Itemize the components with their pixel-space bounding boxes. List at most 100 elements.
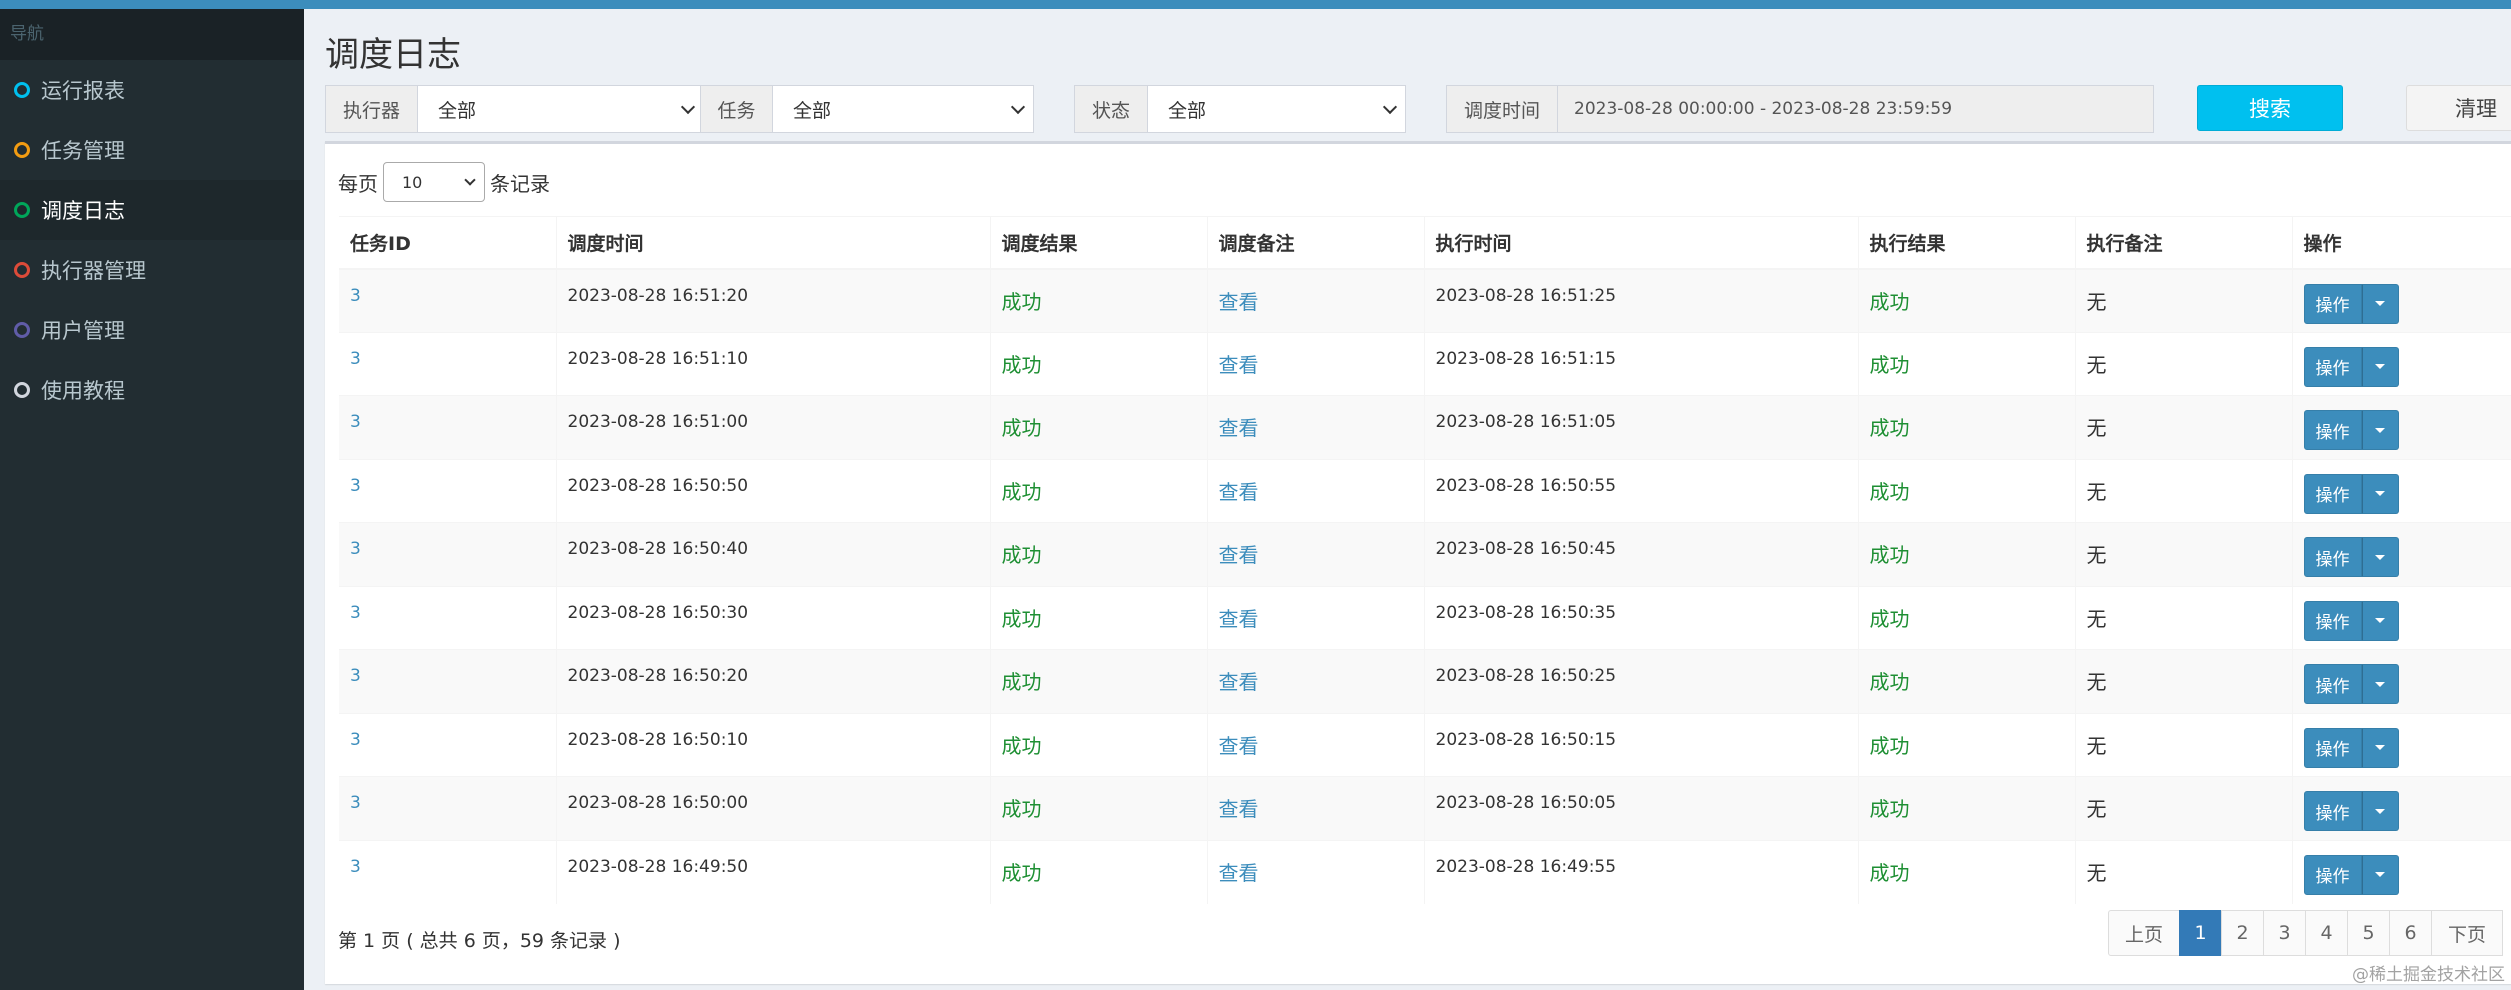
operation-dropdown-toggle[interactable] bbox=[2361, 473, 2399, 514]
operation-button[interactable]: 操作 bbox=[2303, 854, 2362, 895]
operation-button-group: 操作 bbox=[2303, 410, 2511, 450]
job-id-link[interactable]: 3 bbox=[350, 412, 361, 432]
handle-time-cell: 2023-08-28 16:49:55 bbox=[1423, 839, 1858, 904]
job-select[interactable]: 全部 bbox=[773, 86, 1033, 132]
operation-dropdown-toggle[interactable] bbox=[2361, 410, 2399, 450]
handle-result-text: 成功 bbox=[1869, 733, 1910, 758]
pagination-page[interactable]: 4 bbox=[2305, 910, 2348, 956]
sidebar-item[interactable]: 使用教程 bbox=[0, 360, 304, 420]
handle-msg-cell: 无 bbox=[2074, 712, 2292, 777]
operation-button-group: 操作 bbox=[2303, 727, 2511, 768]
search-button[interactable]: 搜索 bbox=[2197, 85, 2343, 131]
view-trigger-msg-link[interactable]: 查看 bbox=[1219, 861, 1259, 885]
operation-button[interactable]: 操作 bbox=[2303, 727, 2362, 768]
handle-result-text: 成功 bbox=[1869, 543, 1910, 567]
job-id-cell: 3 bbox=[339, 522, 556, 586]
view-trigger-msg-link[interactable]: 查看 bbox=[1219, 480, 1259, 504]
job-id-cell: 3 bbox=[339, 331, 556, 396]
handle-time-cell: 2023-08-28 16:51:05 bbox=[1423, 395, 1858, 459]
chevron-down-icon bbox=[464, 173, 476, 186]
circle-icon bbox=[14, 382, 30, 398]
pagination-next[interactable]: 下页 bbox=[2431, 910, 2503, 956]
operation-cell: 操作 bbox=[2291, 395, 2511, 459]
operation-dropdown-toggle[interactable] bbox=[2361, 664, 2399, 704]
trigger-result-text: 成功 bbox=[1001, 352, 1042, 377]
operation-dropdown-toggle[interactable] bbox=[2361, 791, 2399, 831]
operation-dropdown-toggle[interactable] bbox=[2361, 283, 2399, 324]
operation-cell: 操作 bbox=[2291, 585, 2511, 650]
handle-msg-text: 无 bbox=[2086, 543, 2107, 567]
trigger-result-cell: 成功 bbox=[989, 268, 1207, 332]
job-id-link[interactable]: 3 bbox=[350, 793, 361, 813]
operation-dropdown-toggle[interactable] bbox=[2361, 346, 2399, 387]
column-header: 操作 bbox=[2291, 216, 2511, 270]
pagination-page[interactable]: 6 bbox=[2389, 910, 2432, 956]
page-length-control: 每页 10 条记录 bbox=[338, 162, 550, 202]
operation-button[interactable]: 操作 bbox=[2303, 791, 2362, 831]
sidebar-item[interactable]: 执行器管理 bbox=[0, 240, 304, 300]
view-trigger-msg-link[interactable]: 查看 bbox=[1219, 734, 1259, 758]
caret-down-icon bbox=[2375, 364, 2385, 369]
view-trigger-msg-link[interactable]: 查看 bbox=[1219, 670, 1259, 694]
caret-down-icon bbox=[2375, 618, 2385, 623]
operation-button[interactable]: 操作 bbox=[2303, 664, 2362, 704]
trigger-msg-cell: 查看 bbox=[1206, 395, 1424, 459]
operation-dropdown-toggle[interactable] bbox=[2361, 600, 2399, 641]
clear-button[interactable]: 清理 bbox=[2406, 85, 2511, 131]
time-range-input[interactable]: 2023-08-28 00:00:00 - 2023-08-28 23:59:5… bbox=[1558, 86, 2153, 132]
operation-button[interactable]: 操作 bbox=[2303, 473, 2362, 514]
sidebar-item[interactable]: 任务管理 bbox=[0, 120, 304, 180]
view-trigger-msg-link[interactable]: 查看 bbox=[1219, 543, 1259, 567]
handle-time-cell: 2023-08-28 16:50:15 bbox=[1423, 712, 1858, 777]
handle-result-cell: 成功 bbox=[1857, 522, 2075, 586]
pagination-page[interactable]: 1 bbox=[2179, 910, 2222, 956]
table-row: 3 2023-08-28 16:50:30 成功 查看 2023-08-28 16:50… bbox=[339, 585, 2511, 650]
view-trigger-msg-link[interactable]: 查看 bbox=[1219, 353, 1259, 377]
pagination-page[interactable]: 5 bbox=[2347, 910, 2390, 956]
job-id-link[interactable]: 3 bbox=[350, 730, 361, 750]
sidebar-item[interactable]: 用户管理 bbox=[0, 300, 304, 360]
operation-button-group: 操作 bbox=[2303, 854, 2511, 895]
operation-button[interactable]: 操作 bbox=[2303, 537, 2362, 577]
pagination-prev[interactable]: 上页 bbox=[2108, 910, 2180, 956]
operation-dropdown-toggle[interactable] bbox=[2361, 537, 2399, 577]
view-trigger-msg-link[interactable]: 查看 bbox=[1219, 607, 1259, 631]
sidebar-item[interactable]: 调度日志 bbox=[0, 180, 304, 240]
circle-icon bbox=[14, 202, 30, 218]
column-header: 调度备注 bbox=[1206, 216, 1424, 270]
operation-button[interactable]: 操作 bbox=[2303, 346, 2362, 387]
operation-dropdown-toggle[interactable] bbox=[2361, 854, 2399, 895]
caret-down-icon bbox=[2375, 554, 2385, 560]
pagination-page[interactable]: 2 bbox=[2221, 910, 2264, 956]
view-trigger-msg-link[interactable]: 查看 bbox=[1219, 797, 1259, 821]
pagination-page[interactable]: 3 bbox=[2263, 910, 2306, 956]
caret-down-icon bbox=[2375, 301, 2385, 306]
operation-cell: 操作 bbox=[2291, 712, 2511, 777]
operation-button[interactable]: 操作 bbox=[2303, 283, 2362, 324]
status-select[interactable]: 全部 bbox=[1148, 86, 1405, 132]
handle-result-cell: 成功 bbox=[1857, 331, 2075, 396]
sidebar-item-label: 调度日志 bbox=[41, 199, 125, 223]
operation-button[interactable]: 操作 bbox=[2303, 410, 2362, 450]
executor-select[interactable]: 全部 bbox=[418, 86, 703, 132]
job-id-link[interactable]: 3 bbox=[350, 857, 361, 877]
table-row: 3 2023-08-28 16:51:00 成功 查看 2023-08-28 16:51… bbox=[339, 395, 2511, 459]
sidebar-item[interactable]: 运行报表 bbox=[0, 60, 304, 120]
view-trigger-msg-link[interactable]: 查看 bbox=[1219, 416, 1259, 440]
handle-result-text: 成功 bbox=[1869, 860, 1910, 885]
page-length-select[interactable]: 10 bbox=[383, 162, 485, 202]
job-id-link[interactable]: 3 bbox=[350, 666, 361, 686]
job-id-link[interactable]: 3 bbox=[350, 603, 361, 623]
sidebar-item-label: 运行报表 bbox=[41, 79, 125, 103]
trigger-result-text: 成功 bbox=[1001, 860, 1042, 885]
job-id-link[interactable]: 3 bbox=[350, 539, 361, 559]
column-header: 执行备注 bbox=[2074, 216, 2292, 270]
job-id-link[interactable]: 3 bbox=[350, 349, 361, 369]
handle-msg-text: 无 bbox=[2086, 352, 2107, 377]
operation-button[interactable]: 操作 bbox=[2303, 600, 2362, 641]
trigger-msg-cell: 查看 bbox=[1206, 331, 1424, 396]
operation-dropdown-toggle[interactable] bbox=[2361, 727, 2399, 768]
view-trigger-msg-link[interactable]: 查看 bbox=[1219, 290, 1259, 314]
job-id-link[interactable]: 3 bbox=[350, 476, 361, 496]
job-id-link[interactable]: 3 bbox=[350, 286, 361, 306]
